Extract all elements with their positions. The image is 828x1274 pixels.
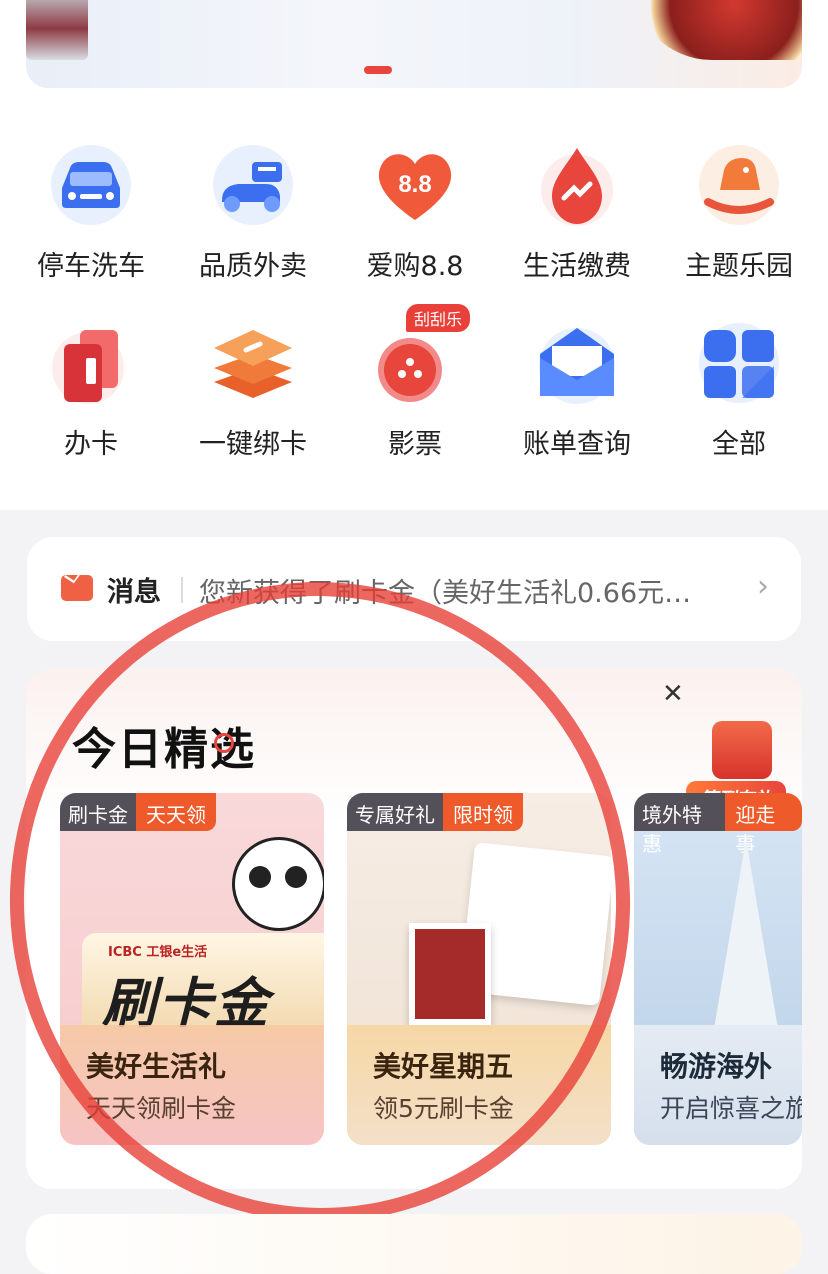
service-parking-wash[interactable]: 停车洗车 [10, 140, 172, 283]
chevron-right-icon: › [757, 569, 769, 604]
service-label: 生活缴费 [523, 251, 631, 282]
service-apply-card[interactable]: 办卡 [10, 318, 172, 461]
close-icon[interactable]: ✕ [662, 679, 684, 709]
service-bill-query[interactable]: 账单查询 [496, 318, 658, 461]
banner-page-indicator [364, 66, 392, 74]
mail-icon [61, 575, 93, 601]
next-section-card [26, 1214, 802, 1274]
card-heading: 畅游海外 [660, 1050, 773, 1083]
promo-card-overseas[interactable]: 境外特惠 迎走事 畅游海外 开启惊喜之旅 [634, 793, 802, 1145]
gift-image [632, 0, 802, 60]
blender-image [26, 0, 88, 60]
card-icon [46, 318, 136, 408]
film-reel-icon: 刮刮乐 [370, 304, 471, 408]
scratch-badge: 刮刮乐 [406, 304, 471, 332]
service-label: 一键绑卡 [199, 429, 307, 460]
service-label: 品质外卖 [199, 251, 307, 282]
service-label: 主题乐园 [685, 251, 793, 282]
card-caption: 畅游海外 开启惊喜之旅 [634, 1025, 802, 1145]
top-panel: 停车洗车 品质外卖 8.8 爱购8.8 生活缴费 主题乐园 办卡 一键绑卡 刮刮… [0, 0, 828, 510]
service-label: 停车洗车 [37, 251, 145, 282]
service-label: 爱购8.8 [366, 251, 464, 282]
svg-text:8.8: 8.8 [398, 171, 431, 198]
car-icon [46, 140, 136, 230]
message-title: 消息 [107, 577, 161, 608]
service-label: 全部 [712, 429, 766, 460]
scooter-icon [208, 140, 298, 230]
service-all[interactable]: 全部 [658, 318, 820, 461]
card-tags: 境外特惠 迎走事 [634, 793, 802, 856]
envelope-icon [532, 318, 622, 408]
pagoda-image [714, 839, 778, 1029]
promo-banner[interactable] [26, 0, 802, 88]
service-bill-pay[interactable]: 生活缴费 [496, 140, 658, 283]
service-label: 账单查询 [523, 429, 631, 460]
link-stack-icon [208, 318, 298, 408]
service-label: 影票 [388, 429, 442, 460]
heart-88-icon: 8.8 [370, 140, 460, 230]
card-subtitle: 开启惊喜之旅 [660, 1094, 802, 1123]
rocking-horse-icon [694, 140, 784, 230]
service-label: 办卡 [64, 429, 118, 460]
service-movie-tickets[interactable]: 刮刮乐 影票 [334, 304, 496, 461]
card-tag: 境外特惠 [634, 793, 726, 856]
drop-icon [532, 140, 622, 230]
service-theme-park[interactable]: 主题乐园 [658, 140, 820, 283]
gift-box-icon [712, 721, 772, 779]
divider [181, 577, 183, 603]
service-bind-card[interactable]: 一键绑卡 [172, 318, 334, 461]
card-tag: 迎走事 [725, 793, 802, 856]
all-grid-icon [694, 318, 784, 408]
service-aigou[interactable]: 8.8 爱购8.8 [334, 140, 496, 283]
service-food-delivery[interactable]: 品质外卖 [172, 140, 334, 283]
